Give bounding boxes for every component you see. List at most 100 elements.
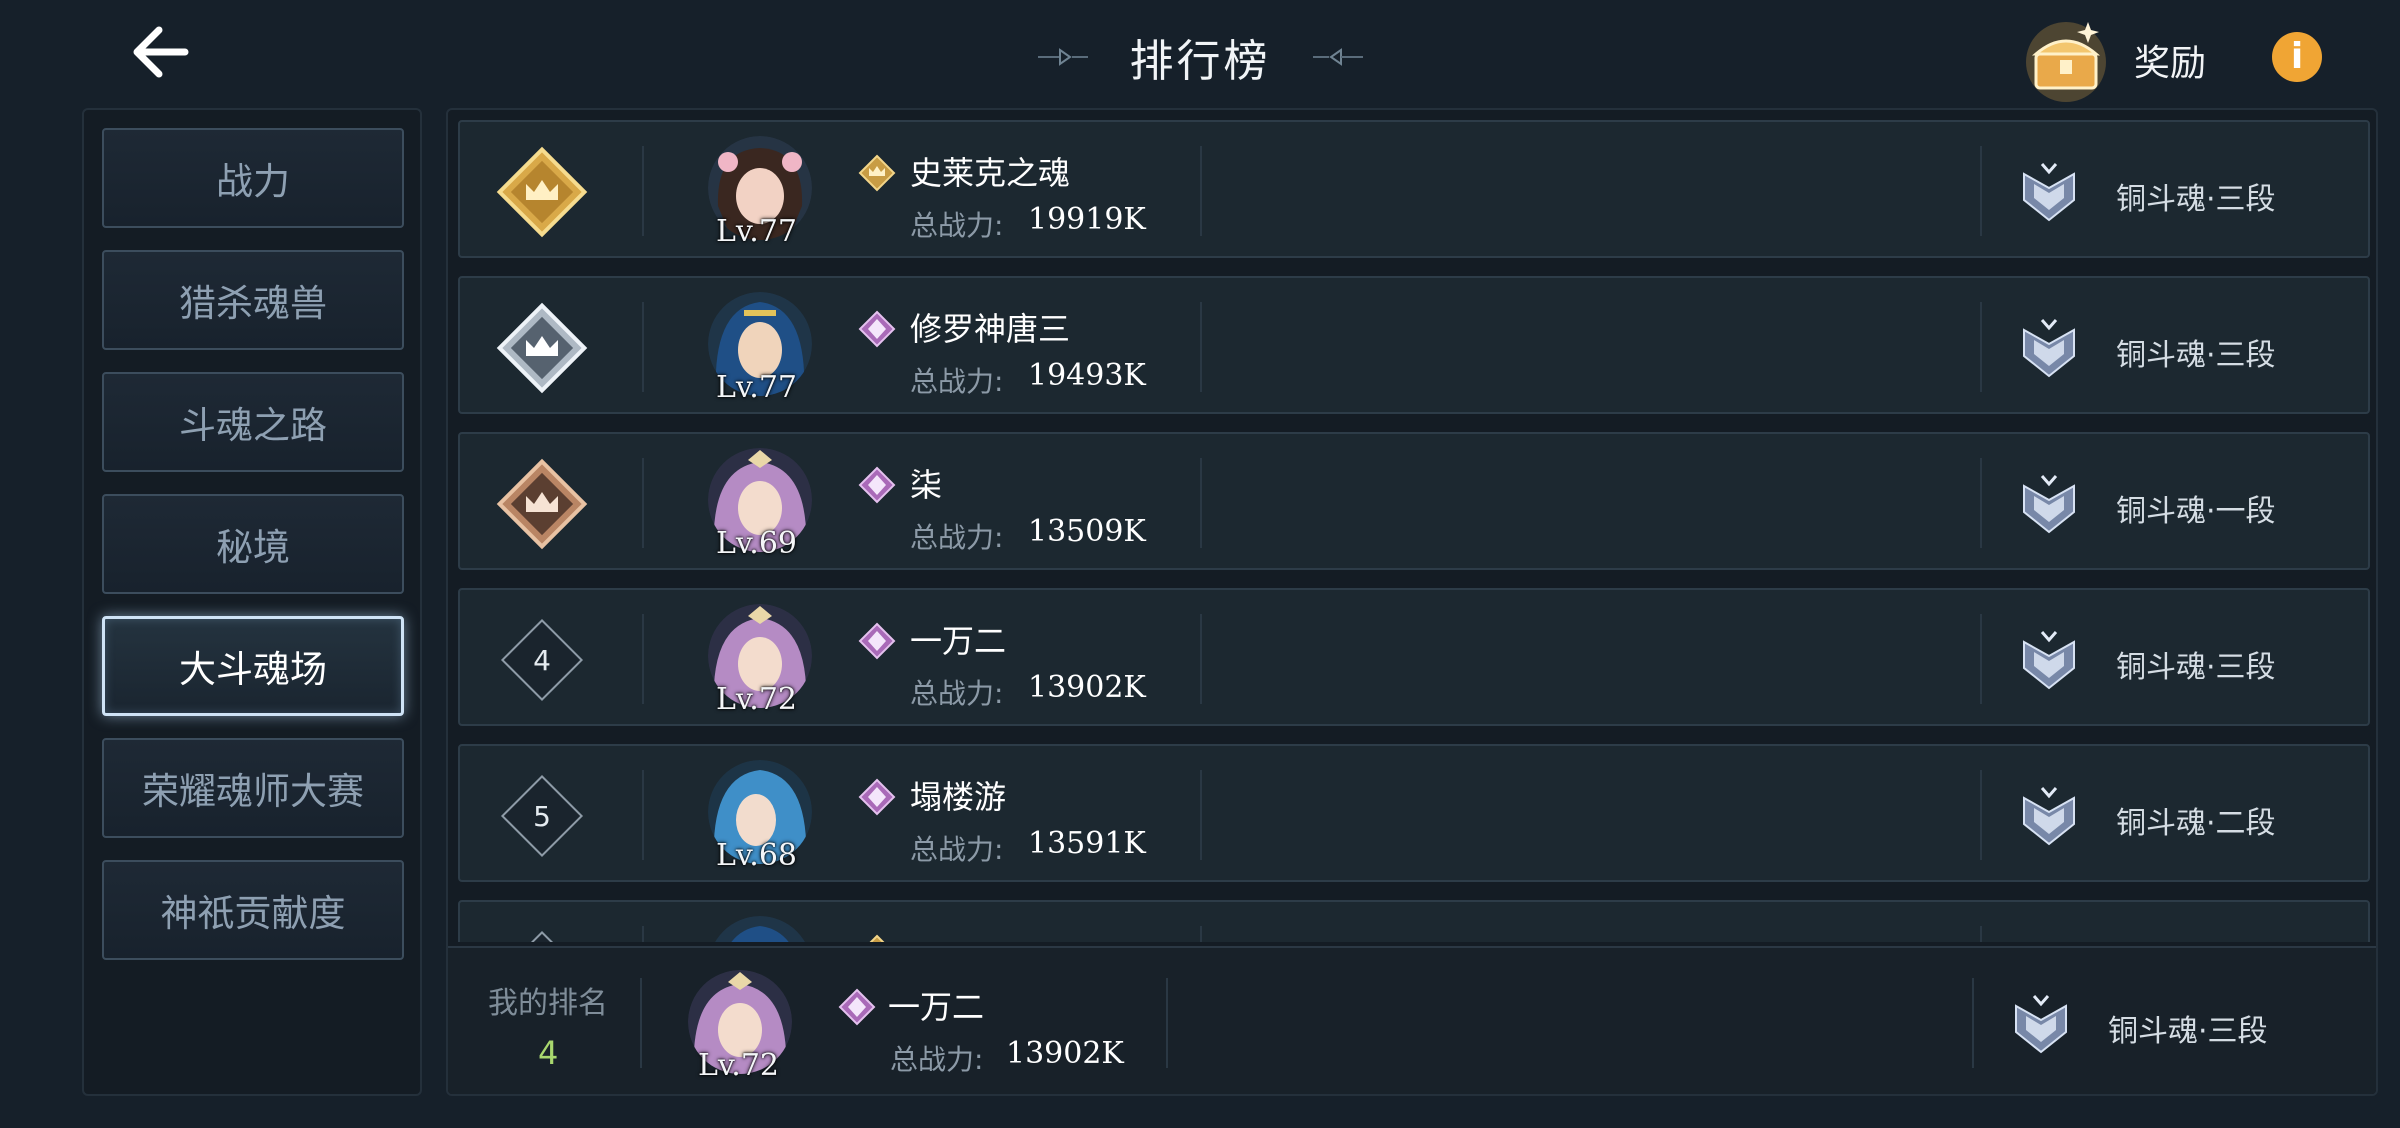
column-divider xyxy=(1980,614,1982,704)
column-divider xyxy=(642,146,644,236)
player-level: Lv.77 xyxy=(716,214,798,249)
title-ornament-left-icon xyxy=(1037,48,1088,66)
tab-grand-arena[interactable]: 大斗魂场 xyxy=(102,616,404,716)
category-sidebar: 战力 猎杀魂兽 斗魂之路 秘境 大斗魂场 荣耀魂师大赛 神祇贡献度 xyxy=(82,108,422,1096)
power-value: 13509K xyxy=(1028,514,1146,549)
leaderboard-row[interactable]: 4 Lv.72 一万二 总战力: 13902K 铜斗魂·三段 xyxy=(458,588,2370,726)
gold-tier-icon xyxy=(869,934,885,942)
my-power-value: 13902K xyxy=(1006,1036,1124,1071)
arena-rank-badge-icon xyxy=(2023,319,2075,378)
arena-rank-badge-icon xyxy=(2023,787,2075,846)
tab-divine-contribution[interactable]: 神祇贡献度 xyxy=(102,860,404,960)
my-rank-bar: 我的排名 4 Lv.72 一万二 总战力: 13902K 铜斗魂·三段 xyxy=(448,946,2376,1094)
tab-label: 战力 xyxy=(216,160,290,203)
column-divider xyxy=(642,458,644,548)
arena-rank-badge-icon xyxy=(2023,631,2075,690)
tab-power[interactable]: 战力 xyxy=(102,128,404,228)
leaderboard-row[interactable]: Lv.69 柒 总战力: 13509K 铜斗魂·一段 xyxy=(458,432,2370,570)
player-name: 一万二 xyxy=(910,622,1007,660)
column-divider xyxy=(1200,146,1202,236)
power-label: 总战力: xyxy=(910,521,1004,554)
leaderboard-row[interactable]: Lv.77 修罗神唐三 总战力: 19493K 铜斗魂·三段 xyxy=(458,276,2370,414)
avatar[interactable] xyxy=(708,916,812,942)
player-level: Lv.68 xyxy=(716,838,798,873)
back-button[interactable] xyxy=(125,22,195,82)
leaderboard-row[interactable]: Lv.77 史莱克之魂 总战力: 19919K 铜斗魂·三段 xyxy=(458,120,2370,258)
player-name: 柒 xyxy=(910,466,943,504)
rank-2-silver-icon xyxy=(490,296,594,400)
purple-tier-icon xyxy=(838,988,876,1026)
column-divider xyxy=(1166,978,1168,1068)
arena-rank-label: 铜斗魂·三段 xyxy=(2116,182,2276,217)
arrow-left-icon xyxy=(133,26,189,78)
top-bar: 排行榜 奖励 i xyxy=(0,0,2400,112)
arena-rank-badge-icon xyxy=(2023,163,2075,222)
column-divider xyxy=(1200,614,1202,704)
rank-number: 5 xyxy=(533,799,551,833)
column-divider xyxy=(1980,926,1982,942)
arena-rank-badge-icon xyxy=(2015,995,2067,1054)
column-divider xyxy=(1972,978,1974,1068)
tab-soul-road[interactable]: 斗魂之路 xyxy=(102,372,404,472)
player-level: Lv.77 xyxy=(716,370,798,405)
tab-label: 荣耀魂师大赛 xyxy=(142,770,364,813)
player-level: Lv.69 xyxy=(716,526,798,561)
arena-rank-label: 铜斗魂·二段 xyxy=(2116,806,2276,841)
tab-label: 猎杀魂兽 xyxy=(179,282,327,325)
leaderboard-panel: Lv.77 史莱克之魂 总战力: 19919K 铜斗魂·三段 Lv.77 修罗神… xyxy=(446,108,2378,1096)
column-divider xyxy=(1200,770,1202,860)
tab-hunt-beasts[interactable]: 猎杀魂兽 xyxy=(102,250,404,350)
purple-tier-icon xyxy=(858,310,896,348)
power-label: 总战力: xyxy=(910,833,1004,866)
column-divider xyxy=(1980,770,1982,860)
info-icon: i xyxy=(2290,36,2304,77)
column-divider xyxy=(642,614,644,704)
player-name: 修罗神唐三 xyxy=(910,310,1071,348)
column-divider xyxy=(1980,458,1982,548)
tab-label: 秘境 xyxy=(216,526,290,569)
column-divider xyxy=(640,978,642,1068)
column-divider xyxy=(1200,926,1202,942)
rank-diamond-icon xyxy=(490,920,594,942)
leaderboard-list[interactable]: Lv.77 史莱克之魂 总战力: 19919K 铜斗魂·三段 Lv.77 修罗神… xyxy=(448,110,2376,942)
column-divider xyxy=(642,770,644,860)
rank-1-gold-icon xyxy=(490,140,594,244)
tab-secret-realm[interactable]: 秘境 xyxy=(102,494,404,594)
page-title: 排行榜 xyxy=(1129,36,1271,87)
power-label: 总战力: xyxy=(910,365,1004,398)
column-divider xyxy=(1200,458,1202,548)
power-value: 19493K xyxy=(1028,358,1146,393)
leaderboard-row[interactable] xyxy=(458,900,2370,942)
reward-label: 奖励 xyxy=(2134,43,2207,84)
column-divider xyxy=(1980,302,1982,392)
power-value: 13591K xyxy=(1028,826,1146,861)
power-value: 13902K xyxy=(1028,670,1146,705)
player-name: 史莱克之魂 xyxy=(910,154,1071,192)
title-ornament-right-icon xyxy=(1312,48,1363,66)
treasure-chest-icon xyxy=(2026,22,2106,102)
my-power-label: 总战力: xyxy=(890,1043,984,1076)
column-divider xyxy=(642,302,644,392)
column-divider xyxy=(1980,146,1982,236)
reward-button[interactable]: 奖励 xyxy=(2020,14,2220,106)
leaderboard-row[interactable]: 5 Lv.68 塌楼游 总战力: 13591K 铜斗魂·二段 xyxy=(458,744,2370,882)
purple-tier-icon xyxy=(858,622,896,660)
tab-glory-tournament[interactable]: 荣耀魂师大赛 xyxy=(102,738,404,838)
rank-3-bronze-icon xyxy=(490,452,594,556)
my-name: 一万二 xyxy=(888,988,985,1026)
column-divider xyxy=(642,926,644,942)
column-divider xyxy=(1200,302,1202,392)
purple-tier-icon xyxy=(858,778,896,816)
power-label: 总战力: xyxy=(910,209,1004,242)
rank-diamond-icon: 4 xyxy=(490,608,594,712)
power-label: 总战力: xyxy=(910,677,1004,710)
arena-rank-label: 铜斗魂·三段 xyxy=(2116,650,2276,685)
my-level: Lv.72 xyxy=(698,1048,780,1083)
power-value: 19919K xyxy=(1028,202,1146,237)
info-button[interactable]: i xyxy=(2272,32,2322,82)
arena-rank-label: 铜斗魂·一段 xyxy=(2116,494,2276,529)
purple-tier-icon xyxy=(858,466,896,504)
player-name: 塌楼游 xyxy=(910,778,1007,816)
title-area: 排行榜 xyxy=(1020,22,1380,92)
my-rank-label: 我的排名 xyxy=(488,986,608,1021)
